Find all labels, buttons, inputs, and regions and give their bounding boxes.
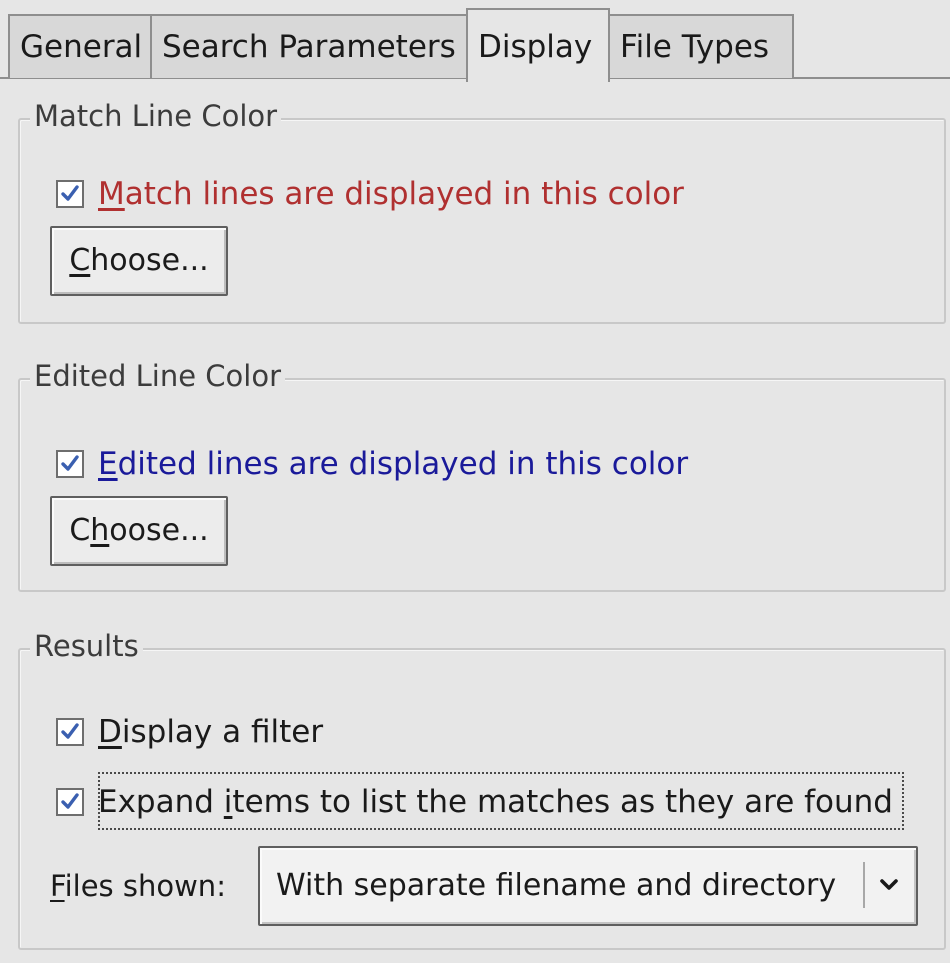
match-lines-checkbox-row[interactable]: Match lines are displayed in this color [56, 172, 684, 216]
results-group: Results Display a filter Expand items to… [18, 624, 946, 950]
checkmark-icon [61, 185, 79, 201]
edited-line-color-group: Edited Line Color Edited lines are displ… [18, 354, 946, 592]
edited-choose-button[interactable]: Choose... [50, 496, 228, 566]
files-shown-label: Files shown: [50, 869, 226, 903]
match-lines-checkbox[interactable] [56, 180, 84, 208]
tab-search-parameters[interactable]: Search Parameters [150, 14, 468, 78]
display-filter-checkbox-row[interactable]: Display a filter [56, 710, 323, 754]
expand-items-label: Expand items to list the matches as they… [98, 784, 893, 820]
expand-items-checkbox-row[interactable]: Expand items to list the matches as they… [56, 780, 893, 824]
match-line-color-group: Match Line Color Match lines are display… [18, 94, 946, 324]
edited-lines-label: Edited lines are displayed in this color [98, 446, 689, 482]
chevron-down-icon[interactable] [872, 874, 906, 896]
tab-general[interactable]: General [8, 14, 152, 78]
edited-line-color-title: Edited Line Color [30, 354, 285, 398]
match-lines-label: Match lines are displayed in this color [98, 176, 684, 212]
dropdown-separator [863, 862, 865, 908]
files-shown-dropdown[interactable]: With separate filename and directory [258, 846, 918, 926]
results-title: Results [30, 624, 143, 668]
display-filter-checkbox[interactable] [56, 718, 84, 746]
match-line-color-title: Match Line Color [30, 94, 282, 138]
match-choose-button[interactable]: Choose... [50, 226, 228, 296]
checkmark-icon [61, 723, 79, 739]
tab-display[interactable]: Display [466, 8, 610, 84]
expand-items-checkbox[interactable] [56, 788, 84, 816]
checkmark-icon [61, 455, 79, 471]
edited-lines-checkbox[interactable] [56, 450, 84, 478]
checkmark-icon [61, 793, 79, 809]
tab-bar: General Search Parameters Display File T… [0, 0, 950, 84]
display-filter-label: Display a filter [98, 714, 324, 750]
edited-lines-checkbox-row[interactable]: Edited lines are displayed in this color [56, 442, 688, 486]
tab-file-types[interactable]: File Types [608, 14, 794, 78]
files-shown-value: With separate filename and directory [276, 868, 837, 903]
